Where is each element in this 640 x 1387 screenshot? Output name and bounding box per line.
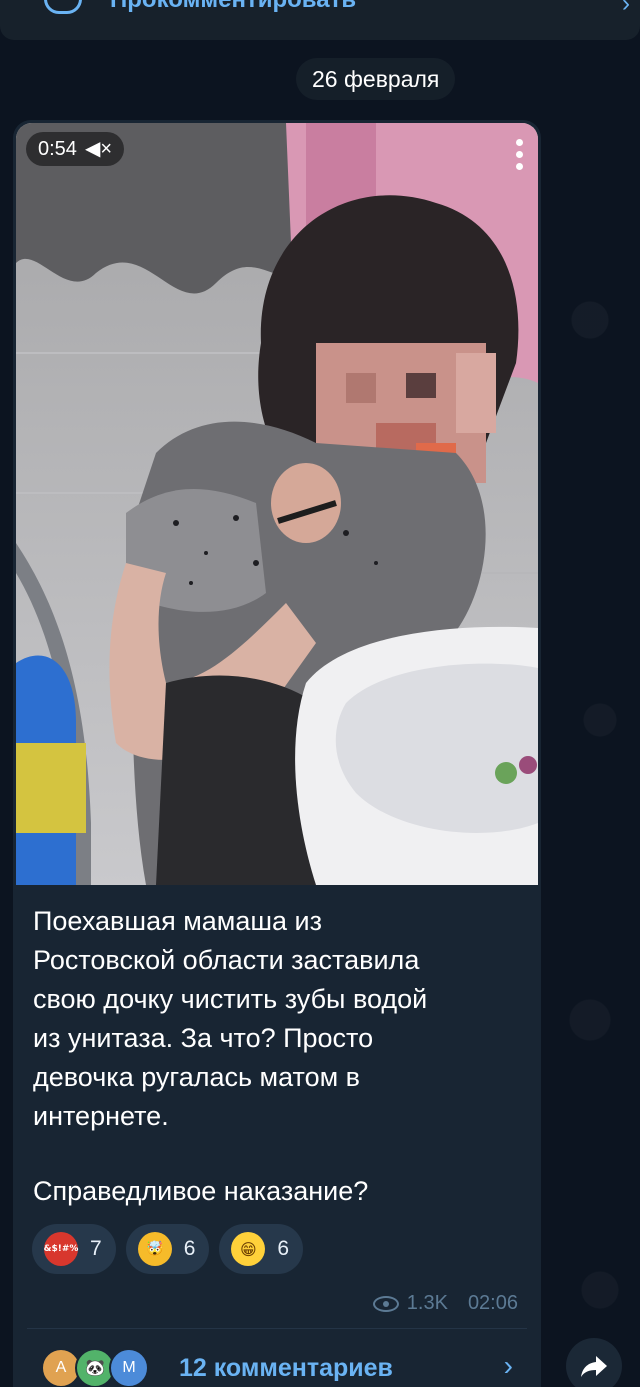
message-time: 02:06 <box>467 1292 518 1314</box>
message-bubble: 0:54 ◀× Поехавшая мамаша из Ростовской о… <box>13 120 541 1387</box>
exploding-head-icon: 🤯 <box>137 1232 172 1266</box>
grinning-face-icon: 😁 <box>231 1232 266 1266</box>
comments-button[interactable]: А 🐼 M 12 комментариев › <box>13 1332 541 1387</box>
post-text: Поехавшая мамаша из Ростовской области з… <box>33 906 428 1131</box>
previous-post-comment-bar[interactable]: Прокомментировать › <box>0 0 640 40</box>
reactions-row: &$!#% 7 🤯 6 😁 6 <box>32 1224 304 1274</box>
video-preview[interactable]: 0:54 ◀× <box>16 123 538 885</box>
reaction-exploding-head[interactable]: 🤯 6 <box>125 1224 210 1274</box>
avatar: M <box>109 1348 149 1387</box>
commenter-avatars: А 🐼 M <box>41 1348 171 1387</box>
message-meta: 1.3K 02:06 <box>372 1292 518 1315</box>
more-vert-icon[interactable] <box>514 139 524 173</box>
views-eye-icon <box>372 1295 399 1312</box>
date-header: 26 февраля <box>296 58 456 100</box>
comments-count-label[interactable]: 12 комментариев <box>179 1354 393 1383</box>
reaction-grinning-face[interactable]: 😁 6 <box>219 1224 304 1274</box>
video-duration: 0:54 <box>38 138 77 160</box>
reaction-face-with-symbols[interactable]: &$!#% 7 <box>32 1224 116 1274</box>
reaction-count: 6 <box>183 1237 196 1260</box>
comment-link-label[interactable]: Прокомментировать <box>110 0 356 14</box>
chevron-right-icon: › <box>503 1350 513 1381</box>
video-frame <box>16 123 538 885</box>
comments-divider <box>27 1328 527 1329</box>
reaction-count: 6 <box>277 1237 290 1260</box>
views-count: 1.3K <box>406 1292 448 1314</box>
chevron-right-icon: › <box>622 0 630 17</box>
share-button[interactable] <box>566 1338 622 1387</box>
share-arrow-icon <box>581 1356 607 1377</box>
comment-icon <box>44 0 82 14</box>
mute-icon[interactable]: ◀× <box>85 132 112 166</box>
post-question: Справедливое наказание? <box>33 1176 369 1206</box>
face-with-symbols-icon: &$!#% <box>44 1232 78 1266</box>
reaction-count: 7 <box>90 1237 102 1260</box>
video-duration-badge: 0:54 ◀× <box>26 132 124 166</box>
